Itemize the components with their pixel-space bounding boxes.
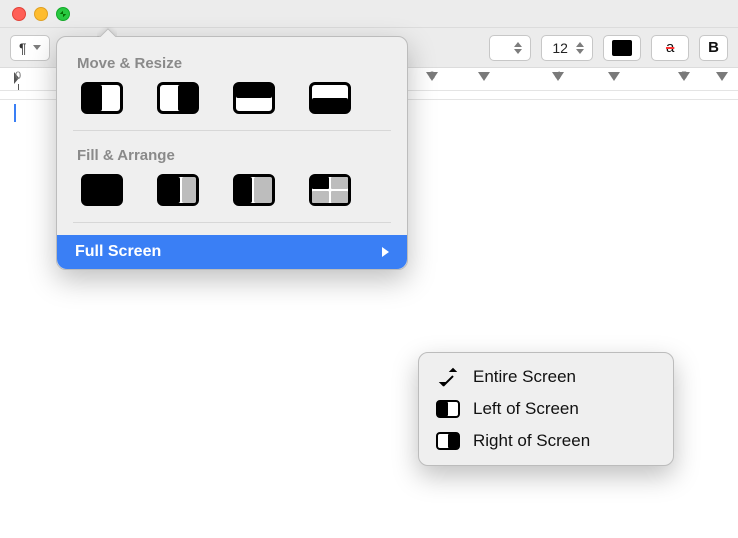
left-half-icon (435, 399, 461, 419)
full-screen-submenu: Entire Screen Left of Screen Right of Sc… (418, 352, 674, 466)
updown-caret-icon (576, 42, 584, 54)
text-cursor (14, 104, 16, 122)
left-of-screen-item[interactable]: Left of Screen (419, 393, 673, 425)
fill-arrange-row (57, 174, 407, 222)
arrange-three-pane-button[interactable] (233, 174, 275, 206)
tab-stop-marker[interactable] (552, 72, 564, 81)
divider (73, 130, 391, 131)
snap-bottom-half-button[interactable] (309, 82, 351, 114)
full-screen-label: Full Screen (75, 243, 161, 261)
close-window-button[interactable] (12, 7, 26, 21)
minimize-window-button[interactable] (34, 7, 48, 21)
tab-stop-marker[interactable] (678, 72, 690, 81)
right-of-screen-item[interactable]: Right of Screen (419, 425, 673, 457)
entire-screen-item[interactable]: Entire Screen (419, 361, 673, 393)
arrange-quarters-button[interactable] (309, 174, 351, 206)
caret-down-icon (33, 45, 41, 50)
snap-right-half-button[interactable] (157, 82, 199, 114)
window-snap-popover: Move & Resize Fill & Arrange Full Screen (56, 36, 408, 270)
font-family-dropdown[interactable] (489, 35, 531, 61)
entire-screen-label: Entire Screen (473, 367, 576, 387)
arrange-two-left-button[interactable] (157, 174, 199, 206)
move-resize-row (57, 82, 407, 130)
text-color-icon: a (660, 39, 680, 57)
snap-top-half-button[interactable] (233, 82, 275, 114)
updown-caret-icon (514, 42, 522, 54)
tab-stop-marker[interactable] (478, 72, 490, 81)
titlebar (0, 0, 738, 28)
expand-arrows-icon (435, 367, 461, 387)
text-background-color-button[interactable] (603, 35, 641, 61)
bold-label: B (708, 39, 719, 56)
color-swatch-icon (612, 40, 632, 56)
popover-arrow (97, 27, 117, 37)
tab-stop-marker[interactable] (426, 72, 438, 81)
tab-stop-marker[interactable] (716, 72, 728, 81)
section-title-fill-arrange: Fill & Arrange (57, 143, 407, 174)
section-title-move-resize: Move & Resize (57, 51, 407, 82)
fill-screen-button[interactable] (81, 174, 123, 206)
tab-stop-marker[interactable] (608, 72, 620, 81)
text-color-button[interactable]: a (651, 35, 689, 61)
right-half-icon (435, 431, 461, 451)
font-size-stepper[interactable]: 12 (541, 35, 593, 61)
font-size-value: 12 (550, 40, 570, 56)
fullscreen-triangles-icon (59, 10, 67, 18)
ruler-tick (18, 84, 19, 90)
snap-left-half-button[interactable] (81, 82, 123, 114)
ruler-number: 0 (15, 70, 21, 82)
bold-button[interactable]: B (699, 35, 728, 61)
fullscreen-window-button[interactable] (56, 7, 70, 21)
divider (73, 222, 391, 223)
pilcrow-icon: ¶ (19, 40, 27, 56)
right-of-screen-label: Right of Screen (473, 431, 590, 451)
chevron-right-icon (382, 247, 389, 257)
paragraph-style-dropdown[interactable]: ¶ (10, 35, 50, 61)
left-of-screen-label: Left of Screen (473, 399, 579, 419)
full-screen-menu-item[interactable]: Full Screen (57, 235, 407, 269)
